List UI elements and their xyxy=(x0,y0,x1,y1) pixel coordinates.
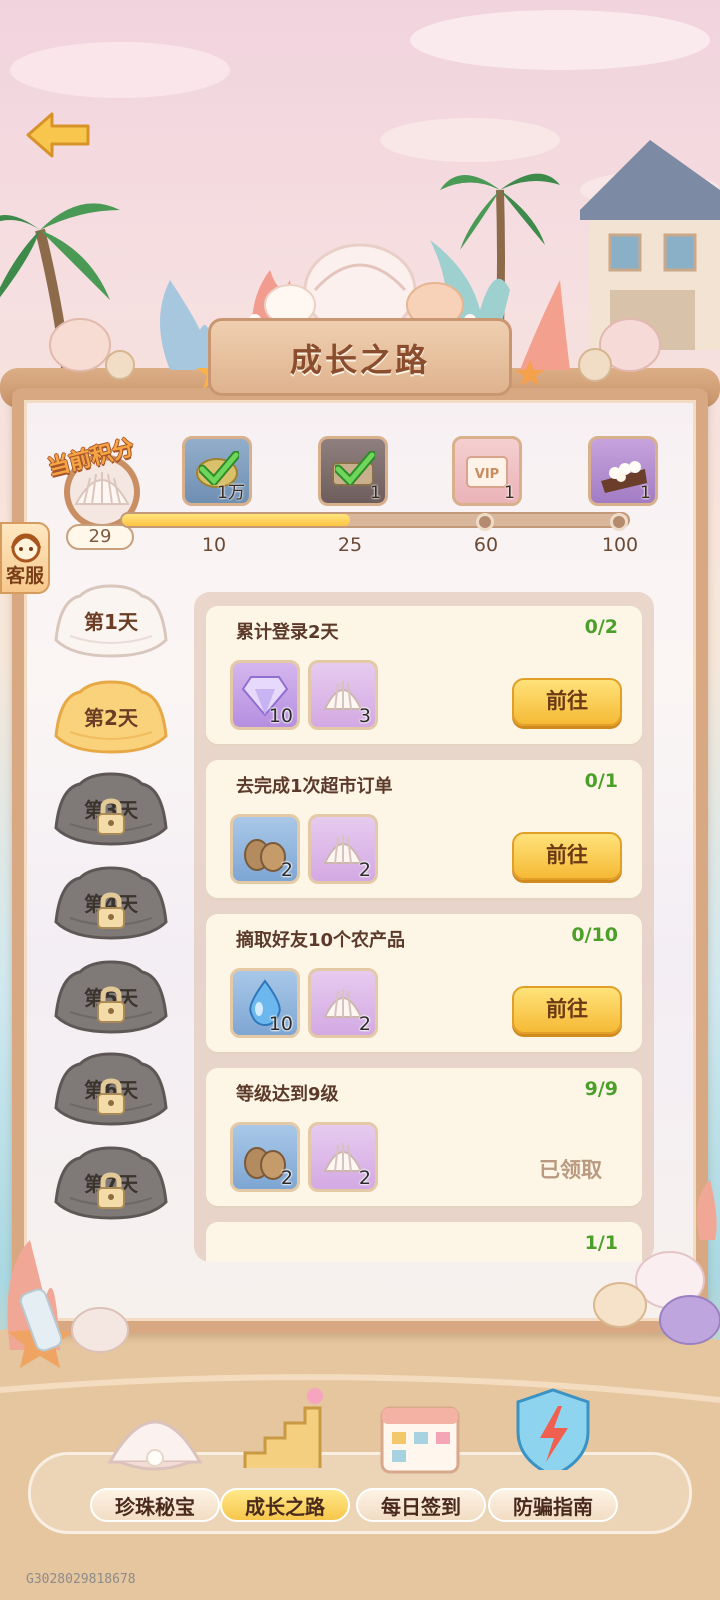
customer-service-button[interactable]: 客服 xyxy=(0,522,50,594)
nav-daily-checkin[interactable]: 每日签到 xyxy=(356,1400,486,1530)
calendar-icon xyxy=(380,1406,460,1474)
task-card: 去完成1次超市订单 0/1 2 2 前往 xyxy=(206,760,642,898)
task-progress: 0/10 xyxy=(571,924,618,946)
reward-qty: 10 xyxy=(268,705,293,727)
task-card: 摘取好友10个农产品 0/10 10 2 前往 xyxy=(206,914,642,1052)
reward-qty: 1万 xyxy=(217,483,245,503)
task-card: 累计登录2天 0/2 10 3 前往 xyxy=(206,606,642,744)
page-title: 成长之路 xyxy=(289,341,430,379)
pearl-oyster-icon xyxy=(107,1420,203,1471)
tick-label: 60 xyxy=(473,534,499,556)
service-label: 客服 xyxy=(5,565,44,587)
lock-icon xyxy=(97,798,125,835)
day-tab-1[interactable]: 第1天 xyxy=(50,580,172,660)
go-button[interactable]: 前往 xyxy=(512,986,622,1034)
tick-label: 25 xyxy=(337,534,363,556)
nav-pearl-treasure[interactable]: 珍珠秘宝 xyxy=(90,1400,220,1530)
reward-qty: 2 xyxy=(280,859,293,881)
nav-growth-road[interactable]: 成长之路 xyxy=(220,1388,350,1530)
reward-qty: 10 xyxy=(268,1013,293,1035)
reward-qty: 1 xyxy=(504,483,515,503)
progress-track xyxy=(120,512,630,528)
day-tab-6[interactable]: 第6天 xyxy=(50,1048,172,1128)
tick-label: 100 xyxy=(601,534,639,556)
day-tab-2[interactable]: 第2天 xyxy=(50,676,172,756)
milestone-reward-25[interactable]: 1 xyxy=(318,436,388,506)
task-title: 去完成1次超市订单 xyxy=(236,776,393,797)
reward-item[interactable]: 2 xyxy=(308,814,378,884)
go-button[interactable]: 前往 xyxy=(512,832,622,880)
score-value: 29 xyxy=(66,524,134,550)
milestone-reward-100[interactable]: 1 xyxy=(588,436,658,506)
task-title: 等级达到9级 xyxy=(236,1084,339,1105)
day-tab-3[interactable]: 第3天 xyxy=(50,768,172,848)
task-title: 摘取好友10个农产品 xyxy=(236,930,406,951)
reward-qty: 1 xyxy=(370,483,381,503)
stairs-icon xyxy=(243,1388,323,1468)
task-progress: 0/2 xyxy=(584,616,618,638)
day-tab-5[interactable]: 第5天 xyxy=(50,956,172,1036)
day-label: 第2天 xyxy=(84,706,138,730)
reward-qty: 2 xyxy=(358,1013,371,1035)
task-list[interactable]: 累计登录2天 0/2 10 3 前往 去完成1次超市订单 0/1 2 2 前往 … xyxy=(194,592,654,1262)
progress-node-100 xyxy=(610,513,628,531)
nav-label: 成长之路 xyxy=(220,1488,350,1522)
nav-anti-fraud-guide[interactable]: 防骗指南 xyxy=(488,1388,618,1530)
title-plaque: 成长之路 xyxy=(208,318,512,396)
nav-label: 珍珠秘宝 xyxy=(90,1488,220,1522)
progress-node-60 xyxy=(476,513,494,531)
task-progress: 9/9 xyxy=(584,1078,618,1100)
milestone-reward-60[interactable]: VIP 1 xyxy=(452,436,522,506)
lock-icon xyxy=(97,1078,125,1115)
reward-item[interactable]: 2 xyxy=(308,968,378,1038)
task-progress: 0/1 xyxy=(584,770,618,792)
reward-qty: 1 xyxy=(640,483,651,503)
reward-item[interactable]: 10 xyxy=(230,968,300,1038)
reward-qty: 3 xyxy=(358,705,371,727)
build-id: G3028029818678 xyxy=(26,1572,136,1587)
day-label: 第1天 xyxy=(84,610,138,634)
tick-label: 10 xyxy=(201,534,227,556)
nav-label: 防骗指南 xyxy=(488,1488,618,1522)
back-arrow-icon[interactable] xyxy=(24,110,94,160)
progress-fill xyxy=(122,514,350,526)
beach-decoration xyxy=(7,1180,720,1368)
svg-text:VIP: VIP xyxy=(475,467,499,482)
lock-icon xyxy=(97,892,125,929)
reward-qty: 2 xyxy=(358,859,371,881)
milestone-reward-10[interactable]: 1万 xyxy=(182,436,252,506)
shield-lightning-icon xyxy=(516,1388,590,1470)
go-button[interactable]: 前往 xyxy=(512,678,622,726)
nav-label: 每日签到 xyxy=(356,1488,486,1522)
day-tab-4[interactable]: 第4天 xyxy=(50,862,172,942)
reward-item[interactable]: 10 xyxy=(230,660,300,730)
reward-item[interactable]: 3 xyxy=(308,660,378,730)
task-title: 累计登录2天 xyxy=(236,622,339,643)
lock-icon xyxy=(97,986,125,1023)
check-icon xyxy=(335,451,375,485)
reward-item[interactable]: 2 xyxy=(230,814,300,884)
